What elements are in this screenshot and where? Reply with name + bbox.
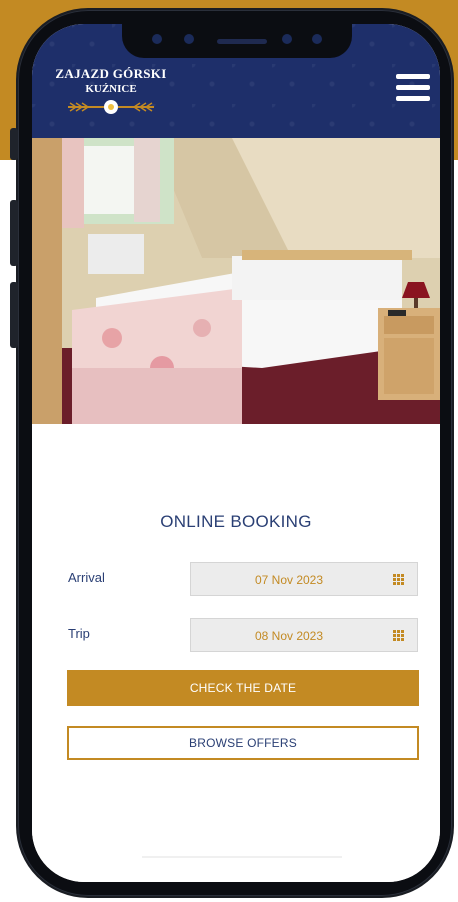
browse-offers-button[interactable]: BROWSE OFFERS [67,726,419,760]
phone-volume-down-button [10,282,18,348]
arrival-label: Arrival [68,570,105,585]
online-booking-section: ONLINE BOOKING Arrival 07 Nov 2023 Trip … [32,424,440,882]
calendar-icon[interactable] [393,574,405,585]
arrival-date-input[interactable]: 07 Nov 2023 [190,562,418,596]
sensor-icon [282,34,292,44]
logo-line-1: ZAJAZD GÓRSKI [55,66,167,81]
phone-side-button [10,128,18,160]
trip-date-input[interactable]: 08 Nov 2023 [190,618,418,652]
logo-line-2: KUŹNICE [85,83,137,95]
edelweiss-emblem-icon [46,99,176,115]
sensor-icon [184,34,194,44]
home-indicator [142,856,342,858]
room-photo [32,138,440,424]
calendar-icon[interactable] [393,630,405,641]
arrival-date-value: 07 Nov 2023 [254,573,324,587]
site-header: ZAJAZD GÓRSKI KUŹNICE [32,24,440,138]
speaker-grille [217,39,267,44]
sensor-icon [312,34,322,44]
phone-volume-up-button [10,200,18,266]
phone-screen: ZAJAZD GÓRSKI KUŹNICE ONLINE BOOKING Arr… [32,24,440,882]
hamburger-menu-icon[interactable] [396,74,430,102]
phone-notch [122,24,352,58]
camera-icon [152,34,162,44]
site-logo[interactable]: ZAJAZD GÓRSKI KUŹNICE [46,66,176,115]
trip-label: Trip [68,626,90,641]
booking-title: ONLINE BOOKING [160,512,312,531]
trip-date-value: 08 Nov 2023 [254,629,324,643]
check-the-date-button[interactable]: CHECK THE DATE [67,670,419,706]
